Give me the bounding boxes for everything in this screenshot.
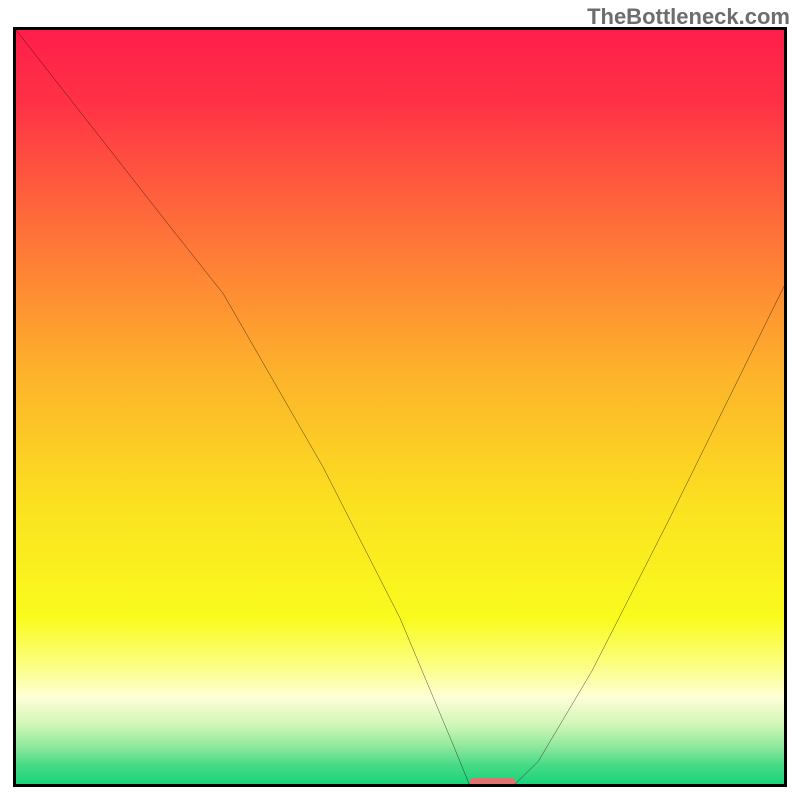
bottleneck-curve xyxy=(16,30,784,784)
optimum-marker xyxy=(469,778,515,784)
chart-curve-layer xyxy=(16,30,784,784)
watermark-text: TheBottleneck.com xyxy=(587,4,790,30)
plot-frame xyxy=(13,27,787,787)
